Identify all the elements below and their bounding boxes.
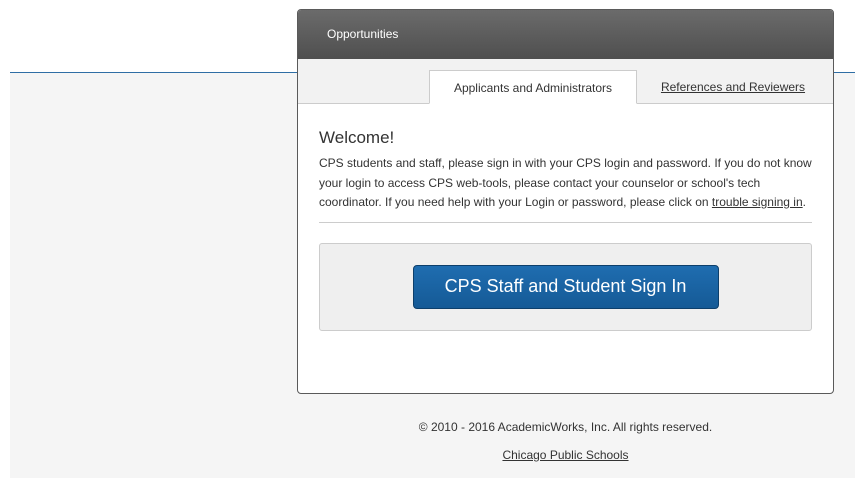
welcome-heading: Welcome!	[319, 128, 395, 147]
tab-applicants-administrators[interactable]: Applicants and Administrators	[429, 70, 637, 104]
panel-title: Opportunities	[327, 27, 399, 41]
intro-text-after: .	[802, 195, 806, 209]
panel-header: Opportunities	[298, 10, 833, 59]
tab-bar: Applicants and Administrators References…	[298, 59, 833, 104]
signin-well: CPS Staff and Student Sign In	[319, 242, 812, 331]
cps-signin-button[interactable]: CPS Staff and Student Sign In	[412, 264, 719, 309]
intro-text: CPS students and staff, please sign in w…	[319, 154, 812, 213]
footer-copyright: © 2010 - 2016 AcademicWorks, Inc. All ri…	[418, 420, 713, 434]
panel-content: Welcome! CPS students and staff, please …	[298, 104, 833, 331]
chicago-public-schools-link[interactable]: Chicago Public Schools	[297, 448, 834, 462]
content-divider	[319, 221, 812, 223]
trouble-signing-in-link[interactable]: trouble signing in	[712, 195, 803, 209]
opportunities-panel: Opportunities Applicants and Administrat…	[297, 9, 834, 394]
tab-references-reviewers[interactable]: References and Reviewers	[648, 70, 818, 104]
